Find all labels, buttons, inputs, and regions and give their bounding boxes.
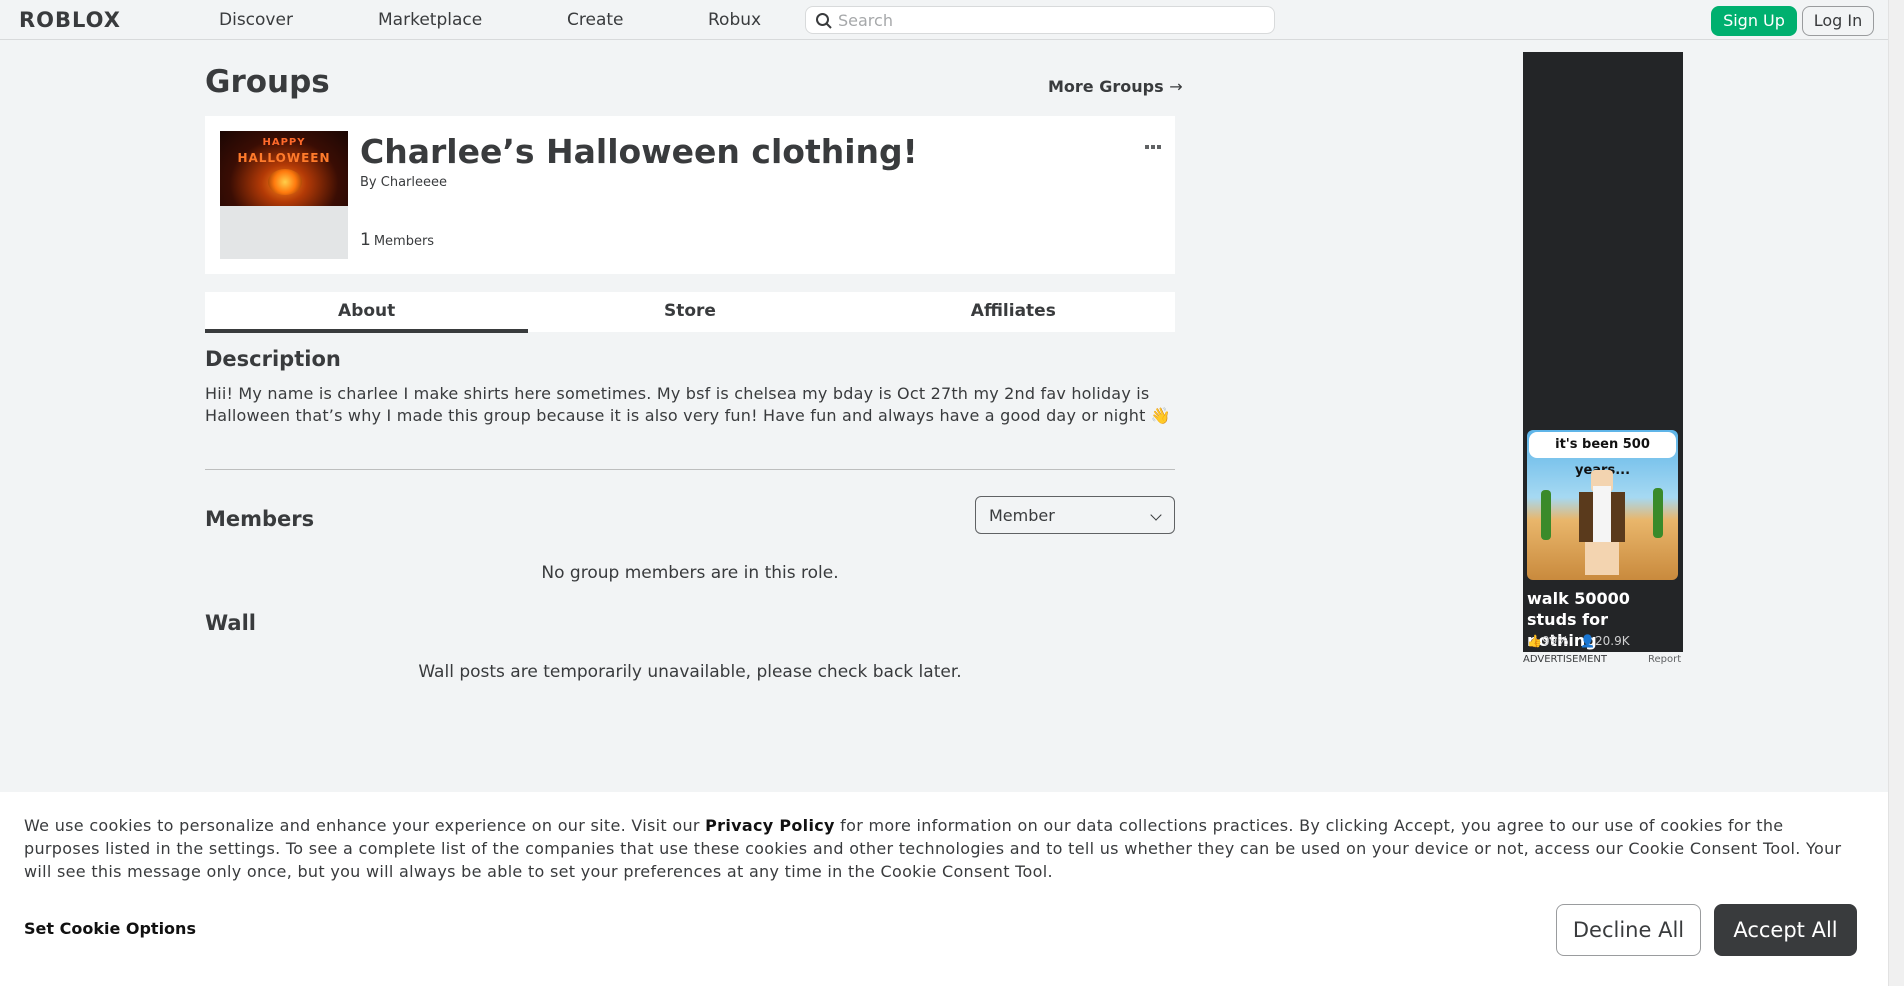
- privacy-policy-link[interactable]: Privacy Policy: [705, 816, 835, 835]
- advertisement-label: ADVERTISEMENT: [1523, 654, 1608, 665]
- role-dropdown-value: Member: [989, 506, 1055, 525]
- avatar-character: [1579, 470, 1625, 575]
- sign-up-button[interactable]: Sign Up: [1711, 6, 1797, 36]
- thumbs-up-icon: 👍: [1527, 634, 1542, 648]
- accept-all-button[interactable]: Accept All: [1714, 904, 1857, 956]
- ad-rating: 99%: [1541, 634, 1569, 648]
- emblem-image: HAPPY HALLOWEEN: [220, 131, 348, 206]
- advertisement[interactable]: it's been 500 years... walk 50000 studs …: [1523, 52, 1683, 652]
- ad-players: 20.9K: [1595, 634, 1630, 648]
- owner-link[interactable]: Charleeee: [381, 175, 447, 190]
- page-title: Groups: [205, 64, 330, 100]
- emblem-text-halloween: HALLOWEEN: [237, 151, 331, 165]
- role-dropdown[interactable]: Member: [975, 496, 1175, 534]
- nav-create[interactable]: Create: [567, 10, 624, 30]
- arrow-right-icon: →: [1169, 77, 1183, 96]
- nav-robux[interactable]: Robux: [708, 10, 761, 30]
- wall-heading: Wall: [205, 611, 256, 635]
- group-owner: By Charleeee: [360, 175, 447, 190]
- owner-prefix: By: [360, 175, 377, 190]
- tab-affiliates[interactable]: Affiliates: [852, 292, 1175, 332]
- ad-thumbnail: it's been 500 years...: [1527, 430, 1678, 580]
- cookie-text: We use cookies to personalize and enhanc…: [24, 814, 1864, 883]
- cactus-icon: [1653, 488, 1663, 538]
- member-count: 1 Members: [360, 230, 434, 250]
- search-input[interactable]: [838, 10, 1258, 30]
- chevron-down-icon: [1150, 509, 1162, 521]
- members-heading: Members: [205, 507, 315, 531]
- member-count-value: 1: [360, 230, 371, 250]
- wall-unavailable-message: Wall posts are temporarily unavailable, …: [418, 662, 962, 682]
- log-in-button[interactable]: Log In: [1802, 6, 1874, 36]
- search-box[interactable]: [805, 6, 1275, 34]
- logo-text: ROBLOX: [19, 8, 121, 32]
- ad-stats: 👍99% 👤20.9K: [1527, 634, 1630, 648]
- ad-speech-bubble: it's been 500 years...: [1529, 432, 1676, 478]
- group-tabs: About Store Affiliates: [205, 292, 1175, 333]
- cookie-banner: We use cookies to personalize and enhanc…: [0, 792, 1888, 986]
- more-groups-link[interactable]: More Groups →: [1048, 77, 1183, 96]
- cactus-icon: [1541, 490, 1551, 540]
- member-count-label: Members: [373, 234, 435, 249]
- tab-store[interactable]: Store: [528, 292, 851, 332]
- group-header-card: HAPPY HALLOWEEN Charlee’s Halloween clot…: [205, 116, 1175, 274]
- search-icon: [816, 13, 832, 29]
- decline-all-button[interactable]: Decline All: [1556, 904, 1701, 956]
- pumpkin-icon: [268, 169, 302, 195]
- group-emblem: HAPPY HALLOWEEN: [220, 131, 348, 259]
- emblem-text-happy: HAPPY: [262, 137, 306, 148]
- no-members-message: No group members are in this role.: [541, 563, 839, 583]
- roblox-logo[interactable]: ROBLOX: [19, 8, 121, 32]
- cookie-text-before: We use cookies to personalize and enhanc…: [24, 816, 706, 835]
- report-ad-link[interactable]: Report: [1648, 654, 1681, 665]
- top-navigation: ROBLOX Discover Marketplace Create Robux…: [0, 0, 1888, 40]
- more-groups-label: More Groups: [1048, 77, 1164, 96]
- nav-discover[interactable]: Discover: [219, 10, 293, 30]
- set-cookie-options-link[interactable]: Set Cookie Options: [24, 919, 196, 938]
- tab-about[interactable]: About: [205, 292, 529, 333]
- page-scrollbar[interactable]: [1888, 0, 1904, 986]
- nav-marketplace[interactable]: Marketplace: [378, 10, 482, 30]
- divider: [205, 469, 1175, 470]
- group-description: Hii! My name is charlee I make shirts he…: [205, 384, 1172, 425]
- group-name: Charlee’s Halloween clothing!: [360, 132, 918, 171]
- more-options-icon[interactable]: [1145, 134, 1165, 149]
- description-heading: Description: [205, 347, 341, 371]
- players-icon: 👤: [1580, 634, 1596, 648]
